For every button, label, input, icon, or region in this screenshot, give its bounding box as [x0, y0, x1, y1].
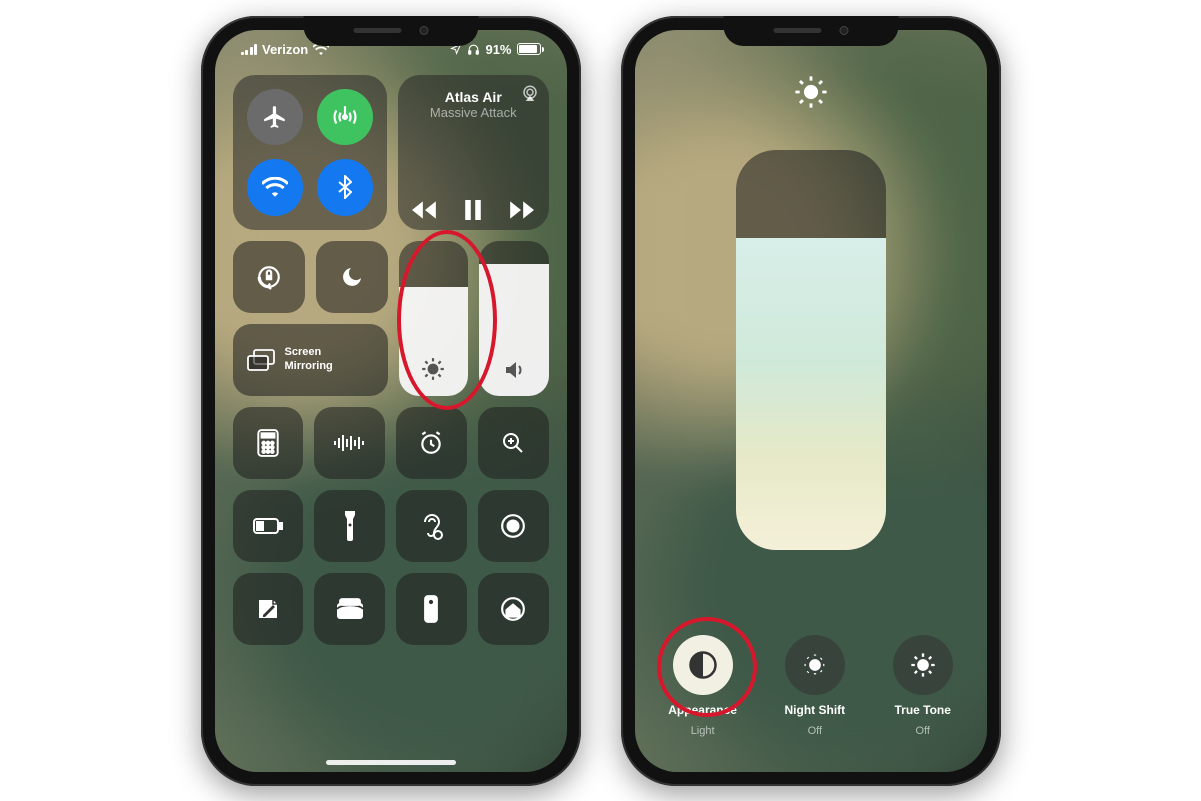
true-tone-icon — [909, 651, 937, 679]
forward-button[interactable] — [508, 201, 534, 219]
appearance-value: Light — [691, 725, 715, 737]
notes-button[interactable] — [233, 573, 304, 645]
media-title: Atlas Air — [410, 89, 537, 105]
battery-icon — [517, 43, 541, 55]
screen: Appearance Light Night Shift Off True To… — [635, 30, 987, 772]
calculator-button[interactable] — [233, 407, 304, 479]
true-tone-option[interactable]: True Tone Off — [893, 635, 953, 737]
rewind-button[interactable] — [412, 201, 438, 219]
notch — [303, 16, 478, 46]
flashlight-button[interactable] — [314, 490, 385, 562]
remote-button[interactable] — [396, 573, 467, 645]
airplay-icon[interactable] — [521, 85, 539, 101]
screen-mirroring-button[interactable]: Screen Mirroring — [233, 324, 388, 396]
appearance-label: Appearance — [668, 703, 737, 717]
headphones-icon — [467, 43, 480, 56]
appearance-icon — [688, 650, 718, 680]
hearing-button[interactable] — [396, 490, 467, 562]
true-tone-value: Off — [915, 725, 929, 737]
screen-record-button[interactable] — [478, 490, 549, 562]
connectivity-panel[interactable] — [233, 75, 388, 230]
media-artist: Massive Attack — [410, 105, 537, 120]
home-indicator[interactable] — [326, 760, 456, 765]
battery-percent: 91% — [485, 42, 511, 57]
screen-mirroring-icon — [247, 349, 275, 371]
bluetooth-toggle[interactable] — [317, 159, 373, 216]
cellular-data-toggle[interactable] — [317, 89, 373, 146]
wallet-button[interactable] — [314, 573, 385, 645]
brightness-slider-large[interactable] — [736, 150, 886, 550]
volume-slider[interactable] — [479, 241, 549, 396]
brightness-icon — [794, 75, 828, 109]
wifi-toggle[interactable] — [247, 159, 303, 216]
true-tone-label: True Tone — [894, 703, 950, 717]
iphone-left: Verizon 91% — [201, 16, 581, 786]
magnifier-button[interactable] — [478, 407, 549, 479]
cell-signal-icon — [241, 44, 258, 55]
low-power-button[interactable] — [233, 490, 304, 562]
do-not-disturb-toggle[interactable] — [316, 241, 388, 313]
iphone-right: Appearance Light Night Shift Off True To… — [621, 16, 1001, 786]
media-panel[interactable]: Atlas Air Massive Attack — [398, 75, 549, 230]
night-shift-option[interactable]: Night Shift Off — [785, 635, 846, 737]
screen-mirroring-label: Screen Mirroring — [285, 346, 333, 374]
night-shift-label: Night Shift — [785, 703, 846, 717]
brightness-icon — [420, 356, 446, 382]
notch — [723, 16, 898, 46]
pause-button[interactable] — [464, 200, 482, 220]
appearance-option[interactable]: Appearance Light — [668, 635, 737, 737]
airplane-mode-toggle[interactable] — [247, 89, 303, 146]
night-shift-icon — [801, 651, 829, 679]
volume-icon — [502, 358, 526, 382]
alarm-button[interactable] — [396, 407, 467, 479]
screen: Verizon 91% — [215, 30, 567, 772]
voice-memo-button[interactable] — [314, 407, 385, 479]
orientation-lock-toggle[interactable] — [233, 241, 305, 313]
carrier-label: Verizon — [262, 42, 308, 57]
home-button[interactable] — [478, 573, 549, 645]
brightness-slider[interactable] — [399, 241, 469, 396]
night-shift-value: Off — [808, 725, 822, 737]
